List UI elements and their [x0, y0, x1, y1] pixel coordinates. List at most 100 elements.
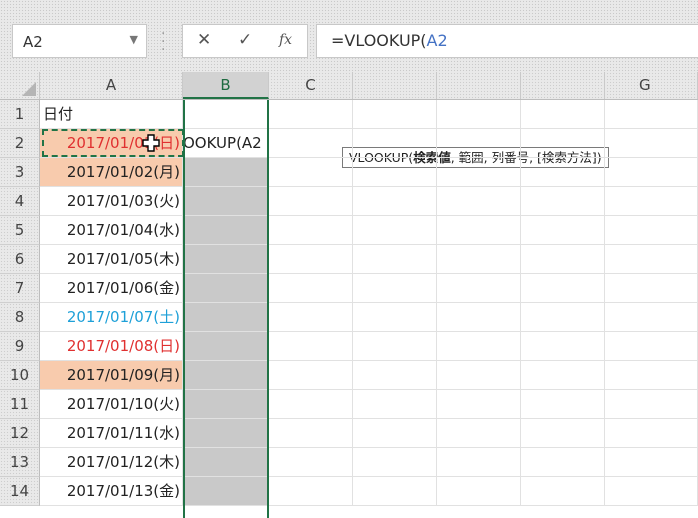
cell-g11[interactable]	[605, 390, 698, 419]
cell-g4[interactable]	[605, 187, 698, 216]
cell-f10[interactable]	[521, 361, 605, 390]
cell-g8[interactable]	[605, 303, 698, 332]
cell-g2[interactable]	[605, 129, 698, 158]
cell-b4[interactable]	[183, 187, 269, 216]
cell-g14[interactable]	[605, 477, 698, 506]
cell-a13[interactable]: 2017/01/12(木)	[40, 448, 183, 477]
cell-d11[interactable]	[353, 390, 437, 419]
column-header-b[interactable]: B	[183, 72, 269, 99]
cell-b11[interactable]	[183, 390, 269, 419]
check-icon[interactable]: ✓	[238, 30, 252, 50]
cell-c4[interactable]	[269, 187, 353, 216]
formula-input[interactable]: =VLOOKUP(A2	[316, 24, 698, 58]
cell-a3[interactable]: 2017/01/02(月)	[40, 158, 183, 187]
cell-f8[interactable]	[521, 303, 605, 332]
cell-b13[interactable]	[183, 448, 269, 477]
cell-e9[interactable]	[437, 332, 521, 361]
row-header-2[interactable]: 2	[0, 129, 40, 158]
row-header-7[interactable]: 7	[0, 274, 40, 303]
row-header-13[interactable]: 13	[0, 448, 40, 477]
cell-f5[interactable]	[521, 216, 605, 245]
cell-b1[interactable]	[183, 100, 269, 129]
cell-g10[interactable]	[605, 361, 698, 390]
column-header-d[interactable]	[353, 72, 437, 99]
cell-a14[interactable]: 2017/01/13(金)	[40, 477, 183, 506]
cell-f4[interactable]	[521, 187, 605, 216]
cell-d2[interactable]	[353, 129, 437, 158]
cell-c9[interactable]	[269, 332, 353, 361]
cell-c12[interactable]	[269, 419, 353, 448]
cell-c3[interactable]	[269, 158, 353, 187]
cell-e5[interactable]	[437, 216, 521, 245]
cell-b3[interactable]	[183, 158, 269, 187]
column-header-e[interactable]	[437, 72, 521, 99]
row-header-6[interactable]: 6	[0, 245, 40, 274]
cell-a10[interactable]: 2017/01/09(月)	[40, 361, 183, 390]
cell-d10[interactable]	[353, 361, 437, 390]
function-icon[interactable]: fx	[279, 32, 292, 48]
cell-e7[interactable]	[437, 274, 521, 303]
cell-e1[interactable]	[437, 100, 521, 129]
cell-g1[interactable]	[605, 100, 698, 129]
cell-f2[interactable]	[521, 129, 605, 158]
cell-f9[interactable]	[521, 332, 605, 361]
row-header-9[interactable]: 9	[0, 332, 40, 361]
cell-b7[interactable]	[183, 274, 269, 303]
cell-a5[interactable]: 2017/01/04(水)	[40, 216, 183, 245]
cell-e6[interactable]	[437, 245, 521, 274]
cell-a8[interactable]: 2017/01/07(土)	[40, 303, 183, 332]
cell-e11[interactable]	[437, 390, 521, 419]
cell-c6[interactable]	[269, 245, 353, 274]
cell-e12[interactable]	[437, 419, 521, 448]
drag-handle-icon[interactable]: · · ·	[161, 27, 165, 57]
cell-c5[interactable]	[269, 216, 353, 245]
cell-c2[interactable]	[269, 129, 353, 158]
cell-b12[interactable]	[183, 419, 269, 448]
cell-c7[interactable]	[269, 274, 353, 303]
cell-g12[interactable]	[605, 419, 698, 448]
cell-c1[interactable]	[269, 100, 353, 129]
row-header-14[interactable]: 14	[0, 477, 40, 506]
chevron-down-icon[interactable]: ▼	[130, 33, 138, 46]
row-header-8[interactable]: 8	[0, 303, 40, 332]
column-header-f[interactable]	[521, 72, 605, 99]
cell-e3[interactable]	[437, 158, 521, 187]
row-header-11[interactable]: 11	[0, 390, 40, 419]
cell-g3[interactable]	[605, 158, 698, 187]
cell-e10[interactable]	[437, 361, 521, 390]
cell-g6[interactable]	[605, 245, 698, 274]
cell-f3[interactable]	[521, 158, 605, 187]
cell-a7[interactable]: 2017/01/06(金)	[40, 274, 183, 303]
row-header-3[interactable]: 3	[0, 158, 40, 187]
cell-c8[interactable]	[269, 303, 353, 332]
cell-b14[interactable]	[183, 477, 269, 506]
cell-b9[interactable]	[183, 332, 269, 361]
cell-c14[interactable]	[269, 477, 353, 506]
cell-d9[interactable]	[353, 332, 437, 361]
cell-grid[interactable]: 日付 2017/01/01(日) OOKUP(A2 2017/01/02(月) 2017…	[40, 100, 698, 518]
cell-d7[interactable]	[353, 274, 437, 303]
cell-a6[interactable]: 2017/01/05(木)	[40, 245, 183, 274]
cell-a11[interactable]: 2017/01/10(火)	[40, 390, 183, 419]
column-header-g[interactable]: G	[605, 72, 698, 99]
cell-d4[interactable]	[353, 187, 437, 216]
cell-a1[interactable]: 日付	[40, 100, 183, 129]
cell-a4[interactable]: 2017/01/03(火)	[40, 187, 183, 216]
cell-d14[interactable]	[353, 477, 437, 506]
cell-f13[interactable]	[521, 448, 605, 477]
cell-d12[interactable]	[353, 419, 437, 448]
cell-d13[interactable]	[353, 448, 437, 477]
cell-f11[interactable]	[521, 390, 605, 419]
cell-g9[interactable]	[605, 332, 698, 361]
row-header-12[interactable]: 12	[0, 419, 40, 448]
cell-d3[interactable]	[353, 158, 437, 187]
cell-f14[interactable]	[521, 477, 605, 506]
cell-d6[interactable]	[353, 245, 437, 274]
select-all-button[interactable]	[0, 72, 40, 99]
cell-e8[interactable]	[437, 303, 521, 332]
column-header-c[interactable]: C	[269, 72, 353, 99]
cell-f6[interactable]	[521, 245, 605, 274]
row-header-10[interactable]: 10	[0, 361, 40, 390]
cell-b10[interactable]	[183, 361, 269, 390]
row-header-1[interactable]: 1	[0, 100, 40, 129]
